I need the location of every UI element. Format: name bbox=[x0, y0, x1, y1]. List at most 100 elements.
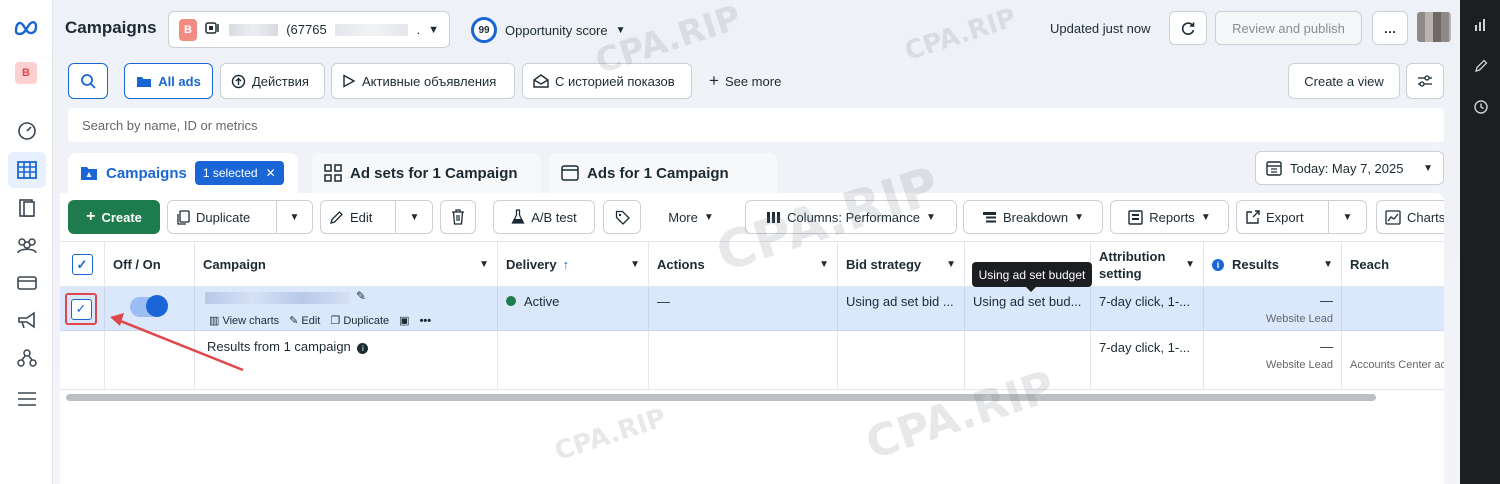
image-icon[interactable]: ▣ bbox=[399, 314, 409, 327]
chevron-down-icon: ▼ bbox=[1200, 211, 1211, 223]
chevron-down-icon[interactable]: ▼ bbox=[1185, 256, 1195, 273]
edit-dropdown-button[interactable]: ▼ bbox=[395, 201, 433, 233]
campaign-toggle[interactable] bbox=[130, 295, 168, 317]
impression-history-label: С историей показов bbox=[555, 73, 675, 89]
gauge-icon[interactable] bbox=[14, 118, 40, 144]
all-ads-label: All ads bbox=[158, 73, 201, 89]
edit-button[interactable]: Edit ▼ bbox=[320, 200, 433, 234]
updated-status: Updated just now bbox=[1050, 21, 1151, 36]
main-area: Campaigns B (67765 . ▼ 99 Opportunity sc… bbox=[53, 0, 1460, 484]
create-button[interactable]: + Create bbox=[68, 200, 160, 234]
audience-icon[interactable] bbox=[14, 232, 40, 258]
chevron-down-icon[interactable]: ▼ bbox=[946, 259, 956, 270]
filter-settings-button[interactable] bbox=[1406, 63, 1444, 99]
search-button[interactable] bbox=[68, 63, 108, 99]
tab-ad-sets[interactable]: Ad sets for 1 Campaign bbox=[312, 153, 541, 193]
row-results-value: — bbox=[1320, 293, 1333, 308]
duplicate-button[interactable]: Duplicate ▼ bbox=[167, 200, 313, 234]
tag-button[interactable] bbox=[603, 200, 641, 234]
row-checkbox[interactable]: ✓ bbox=[70, 298, 92, 320]
pencil-icon[interactable]: ✎ bbox=[356, 289, 366, 303]
charts-button[interactable]: Charts bbox=[1376, 200, 1444, 234]
megaphone-icon[interactable] bbox=[14, 307, 40, 333]
refresh-button[interactable] bbox=[1169, 11, 1207, 45]
all-ads-filter[interactable]: All ads bbox=[124, 63, 213, 99]
breakdown-button[interactable]: Breakdown ▼ bbox=[963, 200, 1103, 234]
chevron-down-icon[interactable]: ▼ bbox=[630, 259, 640, 270]
account-selector[interactable]: B (67765 . ▼ bbox=[168, 11, 450, 48]
row-edit-link[interactable]: ✎ Edit bbox=[289, 314, 320, 327]
meta-logo-icon[interactable] bbox=[14, 14, 40, 40]
col-bid-strategy[interactable]: Bid strategy ▼ bbox=[838, 242, 965, 287]
col-actions[interactable]: Actions ▼ bbox=[649, 242, 838, 287]
info-icon[interactable]: i bbox=[1212, 258, 1224, 271]
redacted-account-id bbox=[334, 23, 409, 36]
date-range-picker[interactable]: Today: May 7, 2025 ▼ bbox=[1255, 151, 1444, 185]
selection-count: 1 selected bbox=[202, 166, 258, 180]
col-off-on[interactable]: Off / On bbox=[105, 242, 195, 287]
col-attribution-label: Attribution setting bbox=[1099, 248, 1166, 281]
create-view-button[interactable]: Create a view bbox=[1288, 63, 1400, 99]
horizontal-scrollbar[interactable] bbox=[66, 394, 1376, 401]
reports-button[interactable]: Reports ▼ bbox=[1110, 200, 1229, 234]
tab-ads[interactable]: Ads for 1 Campaign bbox=[549, 153, 777, 193]
delete-button[interactable] bbox=[440, 200, 476, 234]
col-reach[interactable]: Reach bbox=[1342, 242, 1444, 287]
reports-label: Reports bbox=[1149, 209, 1195, 225]
tab-campaigns[interactable]: Campaigns 1 selected ✕ bbox=[68, 153, 298, 193]
col-delivery[interactable]: Delivery ↑ ▼ bbox=[498, 242, 649, 287]
info-icon[interactable]: i bbox=[357, 343, 369, 354]
pencil-icon bbox=[330, 210, 343, 224]
table-grid-icon[interactable] bbox=[14, 157, 40, 183]
more-options-button[interactable]: … bbox=[1372, 11, 1408, 45]
edit-icon[interactable] bbox=[1472, 57, 1490, 75]
edit-label: Edit bbox=[350, 209, 373, 225]
search-icon bbox=[81, 74, 96, 89]
chevron-down-icon[interactable]: ▼ bbox=[1323, 259, 1333, 270]
review-publish-button[interactable]: Review and publish bbox=[1215, 11, 1362, 45]
bar-chart-icon[interactable] bbox=[1472, 16, 1490, 34]
redacted-campaign-name[interactable] bbox=[205, 292, 350, 304]
user-avatar[interactable] bbox=[1417, 12, 1451, 42]
export-dropdown-button[interactable]: ▼ bbox=[1328, 201, 1366, 233]
actions-filter[interactable]: Действия bbox=[220, 63, 325, 99]
close-icon[interactable]: ✕ bbox=[266, 166, 276, 180]
active-ads-filter[interactable]: Активные объявления bbox=[331, 63, 515, 99]
history-clock-icon[interactable] bbox=[1472, 98, 1490, 116]
left-nav: B bbox=[0, 0, 53, 484]
pencil-icon: ✎ bbox=[289, 315, 299, 327]
summary-results-value: — bbox=[1320, 339, 1333, 354]
selection-pill[interactable]: 1 selected ✕ bbox=[194, 161, 284, 185]
col-results[interactable]: i Results ▼ bbox=[1204, 242, 1342, 287]
summary-results-cell: — Website Lead bbox=[1204, 331, 1342, 389]
pages-icon[interactable] bbox=[14, 195, 40, 221]
table-row[interactable]: ✓ ✎ ▥ View charts ✎ Edit ❐ Duplicate ▣ •… bbox=[60, 287, 1444, 331]
more-actions-button[interactable]: More ▼ bbox=[652, 200, 730, 234]
duplicate-dropdown-button[interactable]: ▼ bbox=[276, 201, 312, 233]
see-more-button[interactable]: + See more bbox=[699, 63, 795, 99]
chevron-down-icon: ▼ bbox=[926, 211, 936, 223]
chevron-down-icon[interactable]: ▼ bbox=[819, 259, 829, 270]
select-all-checkbox[interactable]: ✓ bbox=[71, 254, 93, 275]
account-avatar[interactable]: B bbox=[15, 62, 37, 84]
export-button[interactable]: Export ▼ bbox=[1236, 200, 1367, 234]
chevron-down-icon[interactable]: ▼ bbox=[479, 259, 489, 270]
opportunity-score[interactable]: 99 Opportunity score ▼ bbox=[471, 17, 626, 43]
menu-icon[interactable] bbox=[14, 386, 40, 412]
row-more-icon[interactable]: ••• bbox=[420, 315, 432, 327]
col-attribution[interactable]: Attribution setting ▼ bbox=[1091, 242, 1204, 287]
row-actions-cell: — bbox=[649, 287, 838, 330]
view-charts-link[interactable]: ▥ View charts bbox=[209, 314, 279, 327]
col-campaign[interactable]: Campaign ▼ bbox=[195, 242, 498, 287]
columns-button[interactable]: Columns: Performance ▼ bbox=[745, 200, 957, 234]
export-icon bbox=[1246, 209, 1260, 224]
row-results-cell: — Website Lead bbox=[1204, 287, 1342, 330]
search-input[interactable]: Search by name, ID or metrics bbox=[68, 108, 1444, 142]
impression-history-filter[interactable]: С историей показов bbox=[522, 63, 692, 99]
ab-test-button[interactable]: A/B test bbox=[493, 200, 595, 234]
campaign-folder-icon bbox=[81, 167, 97, 180]
network-icon[interactable] bbox=[14, 345, 40, 371]
billing-card-icon[interactable] bbox=[14, 270, 40, 296]
col-bid-strategy-label: Bid strategy bbox=[846, 257, 922, 272]
row-duplicate-link[interactable]: ❐ Duplicate bbox=[330, 314, 389, 327]
